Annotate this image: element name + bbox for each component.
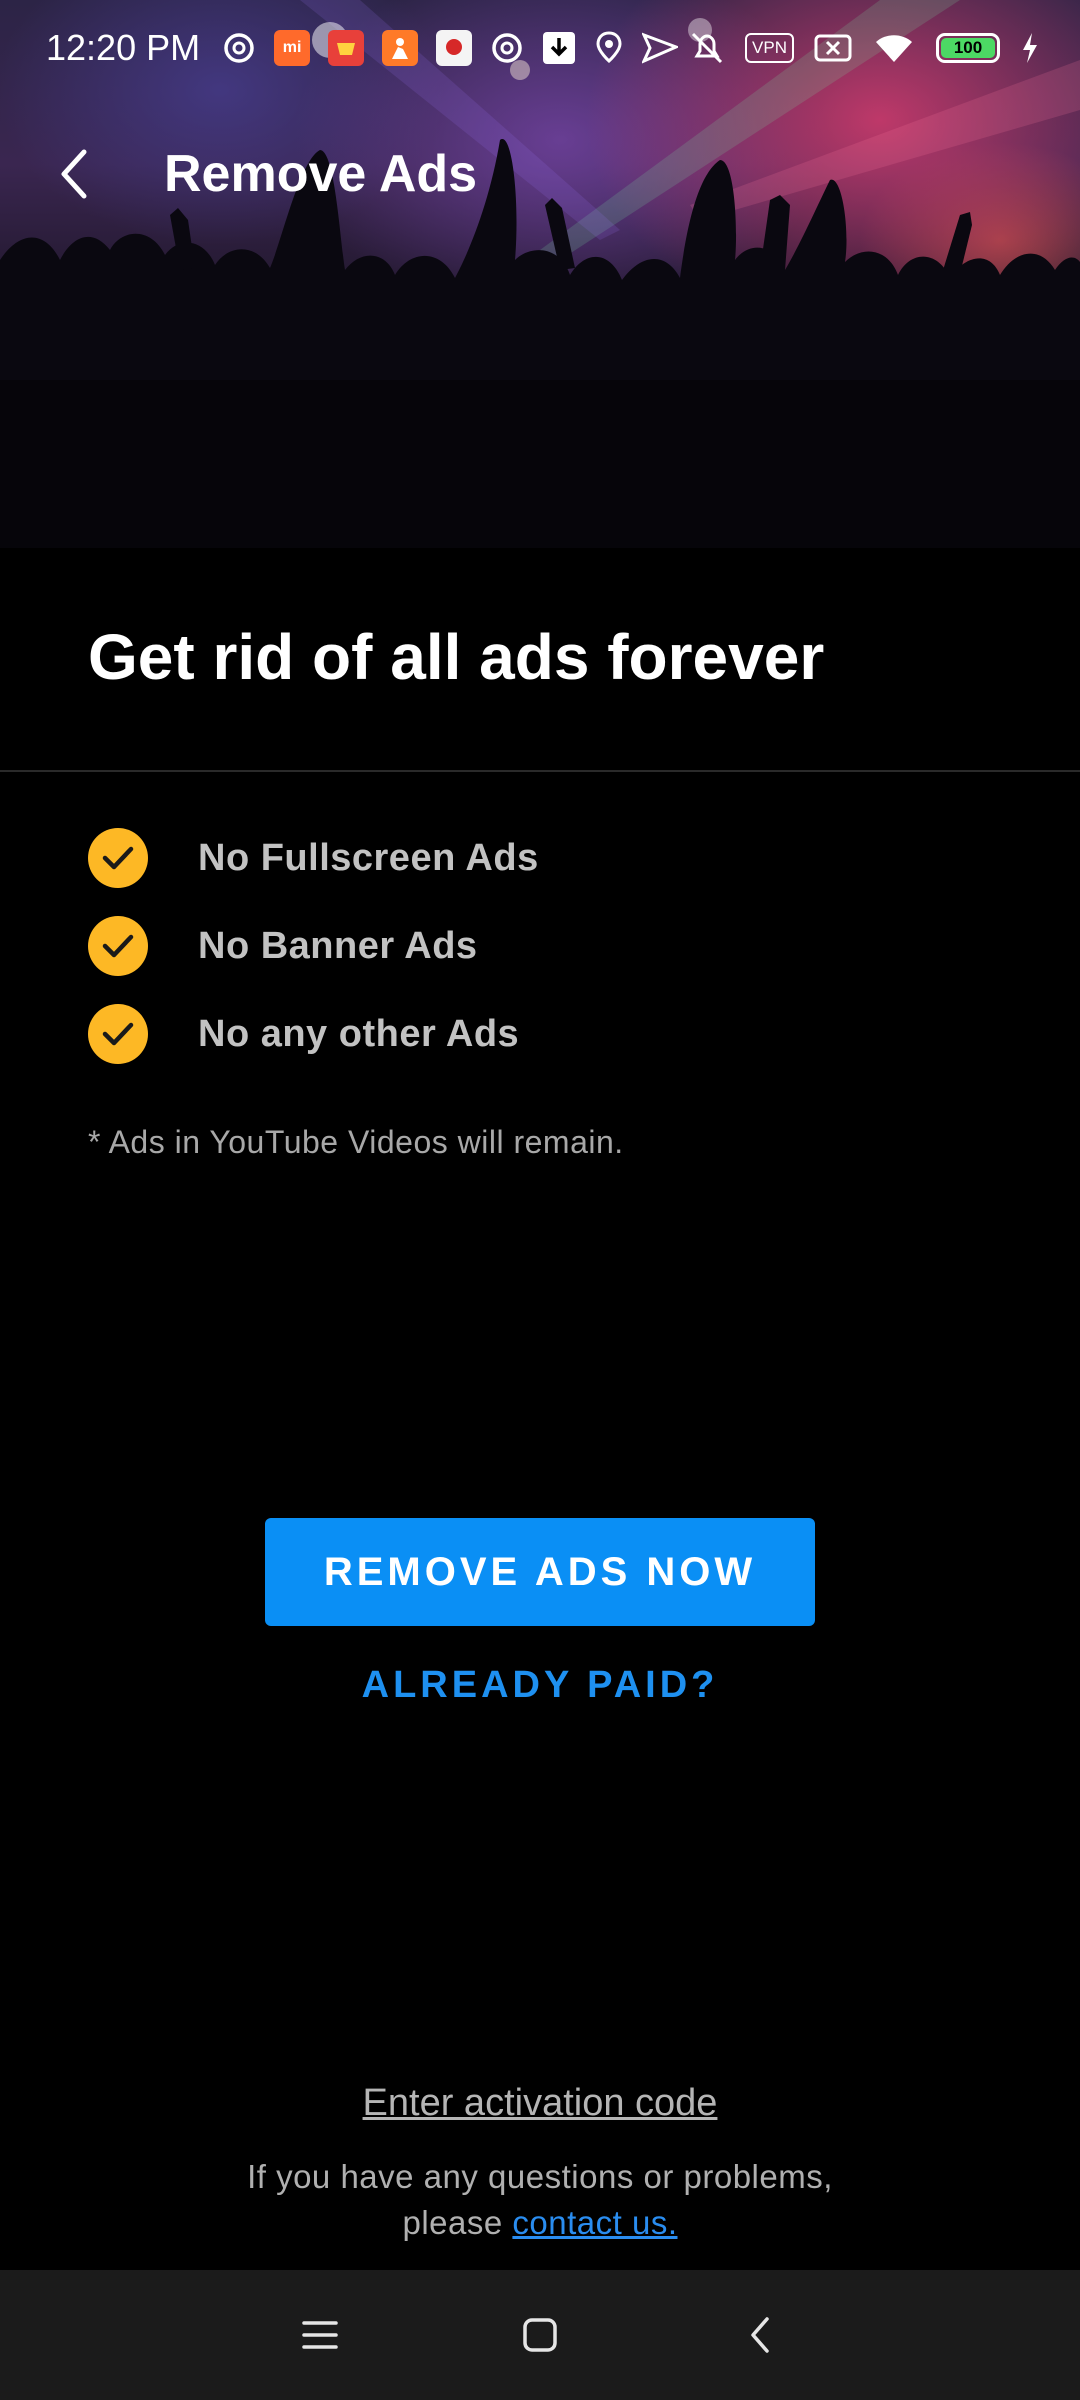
help-text-line-1: If you have any questions or problems, bbox=[247, 2158, 833, 2195]
wifi-icon bbox=[872, 28, 916, 68]
check-icon bbox=[88, 828, 148, 888]
notification-icons: mi bbox=[222, 28, 679, 68]
check-icon bbox=[88, 1004, 148, 1064]
system-nav-bar bbox=[0, 2270, 1080, 2400]
list-item: No Fullscreen Ads bbox=[88, 828, 539, 888]
charging-icon bbox=[1020, 28, 1040, 68]
check-icon bbox=[88, 916, 148, 976]
nav-home-button[interactable] bbox=[480, 2285, 600, 2385]
battery-icon: 100 bbox=[936, 33, 1000, 63]
help-text: If you have any questions or problems, p… bbox=[0, 2154, 1080, 2246]
already-paid-link[interactable]: ALREADY PAID? bbox=[0, 1664, 1080, 1707]
headline: Get rid of all ads forever bbox=[88, 621, 825, 693]
list-item: No Banner Ads bbox=[88, 916, 539, 976]
shopping-app-icon bbox=[328, 30, 365, 66]
no-sim-icon bbox=[814, 28, 852, 68]
send-icon bbox=[642, 28, 679, 68]
system-icons: VPN 100 bbox=[689, 28, 1040, 68]
at-sign-icon bbox=[222, 28, 256, 68]
help-text-please: please bbox=[402, 2204, 503, 2241]
vpn-icon: VPN bbox=[745, 33, 794, 63]
contact-us-link[interactable]: contact us. bbox=[512, 2204, 677, 2241]
mi-app-icon: mi bbox=[274, 30, 311, 66]
download-icon bbox=[542, 28, 576, 68]
bell-muted-icon bbox=[689, 28, 725, 68]
back-arrow-icon bbox=[61, 149, 87, 199]
divider bbox=[0, 770, 1080, 772]
feature-label: No Fullscreen Ads bbox=[198, 836, 539, 879]
location-pin-icon bbox=[594, 28, 624, 68]
battery-level: 100 bbox=[941, 38, 995, 58]
feature-label: No any other Ads bbox=[198, 1012, 520, 1055]
youtube-ads-note: * Ads in YouTube Videos will remain. bbox=[88, 1124, 624, 1160]
status-bar: 12:20 PM mi VPN 100 bbox=[0, 0, 1080, 96]
back-icon bbox=[751, 2317, 769, 2353]
nav-menu-button[interactable] bbox=[260, 2285, 380, 2385]
person-app-icon bbox=[382, 30, 419, 66]
home-icon bbox=[523, 2318, 557, 2352]
remove-ads-now-button[interactable]: REMOVE ADS NOW bbox=[265, 1518, 815, 1626]
enter-activation-code-link[interactable]: Enter activation code bbox=[0, 2082, 1080, 2125]
page-title: Remove Ads bbox=[164, 145, 478, 203]
list-item: No any other Ads bbox=[88, 1004, 539, 1064]
app-bar: Remove Ads bbox=[0, 124, 1080, 224]
nav-back-button[interactable] bbox=[700, 2285, 820, 2385]
remove-ads-screen: 12:20 PM mi VPN 100 Remove Ads Get rid o… bbox=[0, 0, 1080, 2400]
store-app-icon bbox=[436, 30, 473, 66]
feature-label: No Banner Ads bbox=[198, 924, 478, 967]
feature-list: No Fullscreen Ads No Banner Ads No any o… bbox=[88, 828, 539, 1092]
help-text-line-2: please contact us. bbox=[0, 2200, 1080, 2246]
at-sign-icon-2 bbox=[490, 28, 524, 68]
back-button[interactable] bbox=[14, 124, 134, 224]
menu-icon bbox=[302, 2321, 338, 2349]
status-time: 12:20 PM bbox=[46, 27, 201, 68]
